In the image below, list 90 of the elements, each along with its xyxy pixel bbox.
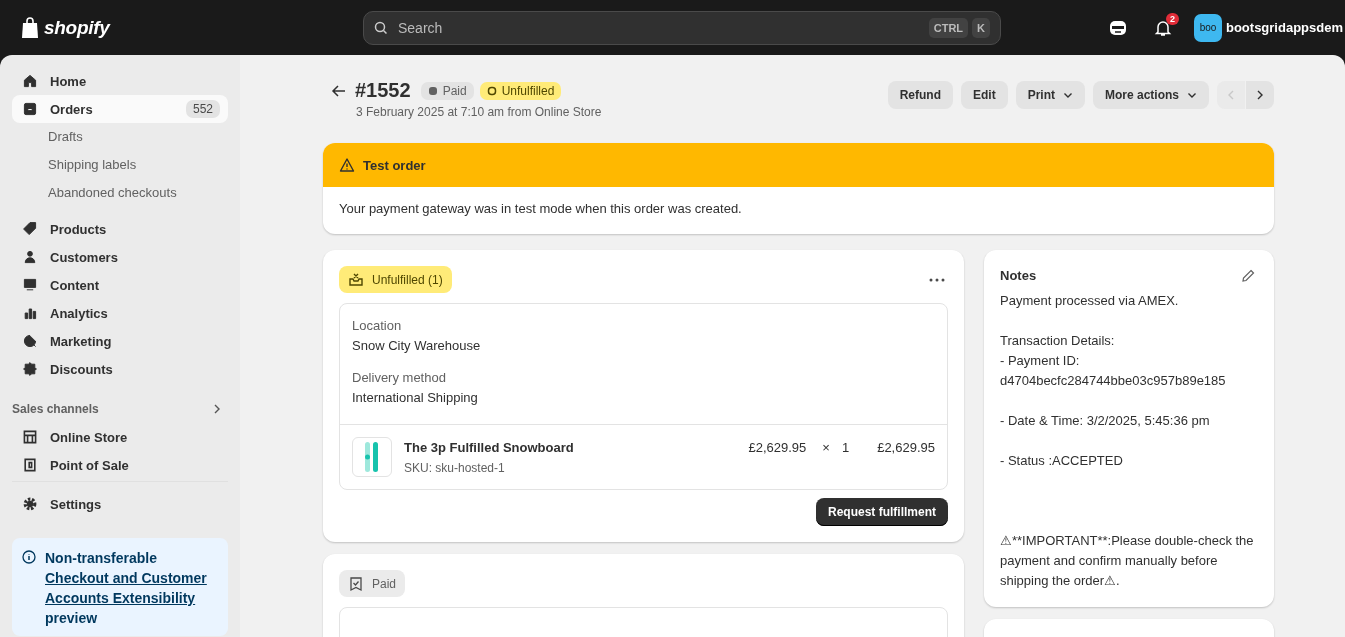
nav-item[interactable]: Content (12, 271, 228, 299)
nav-item[interactable]: Point of Sale (12, 451, 228, 479)
logo-wordmark[interactable]: shopify (44, 16, 110, 39)
back-arrow-icon[interactable] (331, 82, 347, 99)
quantity: 1 (841, 439, 850, 457)
search-field[interactable]: Search CTRL K (363, 10, 1001, 45)
product-sku: SKU: sku-hosted-1 (404, 461, 506, 475)
pencil-icon[interactable] (1241, 268, 1255, 283)
channel-icon (22, 457, 38, 473)
notification-count: 2 (1165, 12, 1179, 25)
package-icon (348, 271, 364, 288)
nav-label: Discounts (50, 361, 114, 377)
nav-label: Marketing (50, 333, 113, 349)
more-options-icon[interactable] (929, 277, 945, 282)
nav-subitem[interactable]: Drafts (12, 123, 228, 151)
nav-icon (22, 361, 38, 377)
nav-label: Online Store (50, 429, 129, 445)
snowboard-icon (363, 441, 381, 473)
action-button[interactable]: Refund (887, 81, 953, 109)
payment-status-badge: Paid (339, 570, 406, 597)
notes-title: Notes (1000, 268, 1037, 283)
store-name[interactable]: bootsgridappsdem (1226, 20, 1343, 35)
nav-item[interactable]: Settings (12, 490, 228, 518)
nav-icon (22, 101, 38, 117)
store-avatar[interactable]: boo (1194, 13, 1222, 42)
field-value: Snow City Warehouse (352, 337, 482, 355)
nav-label: Point of Sale (50, 457, 130, 473)
field-label: Location (352, 317, 403, 335)
banner-title: Test order (363, 157, 426, 173)
channel-icon (22, 429, 38, 445)
nav-label: Orders (50, 101, 94, 117)
order-date: 3 February 2025 at 7:10 am from Online Store (356, 105, 602, 119)
nav-label: Settings (50, 496, 103, 512)
nav-icon (22, 277, 38, 293)
search-icon (374, 20, 388, 35)
nav-label: Content (50, 277, 101, 293)
nav-item[interactable]: Customers (12, 243, 228, 271)
bell-icon[interactable] (1154, 18, 1172, 37)
section-heading: Sales channels (12, 402, 99, 416)
ring-icon (486, 85, 497, 96)
chevron-left-icon (1226, 90, 1236, 100)
nav-item[interactable]: Online Store (12, 423, 228, 451)
request-fulfillment-button[interactable]: Request fulfillment (816, 498, 948, 526)
info-icon (22, 550, 36, 564)
nav-label: Analytics (50, 305, 109, 321)
shopping-bag-icon (20, 16, 40, 39)
multiply-sign: × (822, 439, 830, 457)
caret-icon (1063, 90, 1073, 100)
status-badge: Unfulfilled (479, 81, 562, 100)
action-button[interactable]: Print (1015, 81, 1085, 109)
nav-icon (22, 73, 38, 89)
nav-item[interactable]: Home (12, 67, 228, 95)
notice-text: Non-transferable Checkout and Customer Accounts Extensibility preview (45, 548, 218, 628)
status-badge: Paid (420, 81, 474, 100)
nav-label: Customers (50, 249, 119, 265)
search-input[interactable]: Search (396, 18, 921, 37)
count-badge: 552 (185, 100, 220, 118)
caret-icon (1187, 90, 1197, 100)
field-value: International Shipping (352, 389, 479, 407)
nav-subitem[interactable]: Shipping labels (12, 151, 228, 179)
nav-icon (22, 249, 38, 265)
unit-price: £2,629.95 (748, 439, 807, 457)
nav-item[interactable]: Analytics (12, 299, 228, 327)
notes-text: Payment processed via AMEX. Transaction Details: - Payment ID: d4704becfc284744bbe03c957b89e185 - Date & Time: 3/2/2025, 5:45:36 pm - Status :ACCEPTED ⚠**IMPORTANT**:Please double-check the payment and confirm manually before shipping the order⚠. (1000, 292, 1255, 590)
banner-message: Your payment gateway was in test mode when this order was created. (338, 200, 743, 218)
nav-label: Home (50, 73, 88, 89)
receipt-check-icon (348, 575, 364, 592)
product-name[interactable]: The 3p Fulfilled Snowboard (404, 439, 737, 457)
line-total: £2,629.95 (877, 439, 935, 457)
nav-item[interactable]: Marketing (12, 327, 228, 355)
nav-icon (22, 305, 38, 321)
shortcut-key: K (972, 17, 990, 38)
gear-icon (22, 496, 38, 512)
nav-item[interactable]: Orders 552 (12, 95, 228, 123)
next-button[interactable] (1246, 81, 1274, 109)
field-label: Delivery method (352, 369, 447, 387)
chevron-right-icon (1255, 90, 1265, 100)
nav-item[interactable]: Products (12, 215, 228, 243)
warning-icon (339, 157, 355, 173)
nav-label: Products (50, 221, 108, 237)
nav-item[interactable]: Discounts (12, 355, 228, 383)
nav-icon (22, 333, 38, 349)
nav-subitem[interactable]: Abandoned checkouts (12, 179, 228, 207)
fulfillment-status-badge: Unfulfilled (1) (339, 266, 452, 293)
shortcut-key: CTRL (928, 17, 969, 38)
chevron-right-icon[interactable] (212, 404, 222, 414)
nav-icon (22, 221, 38, 237)
action-button[interactable]: Edit (960, 81, 1008, 109)
action-button[interactable]: More actions (1093, 81, 1209, 109)
order-number: #1552 (355, 79, 411, 102)
